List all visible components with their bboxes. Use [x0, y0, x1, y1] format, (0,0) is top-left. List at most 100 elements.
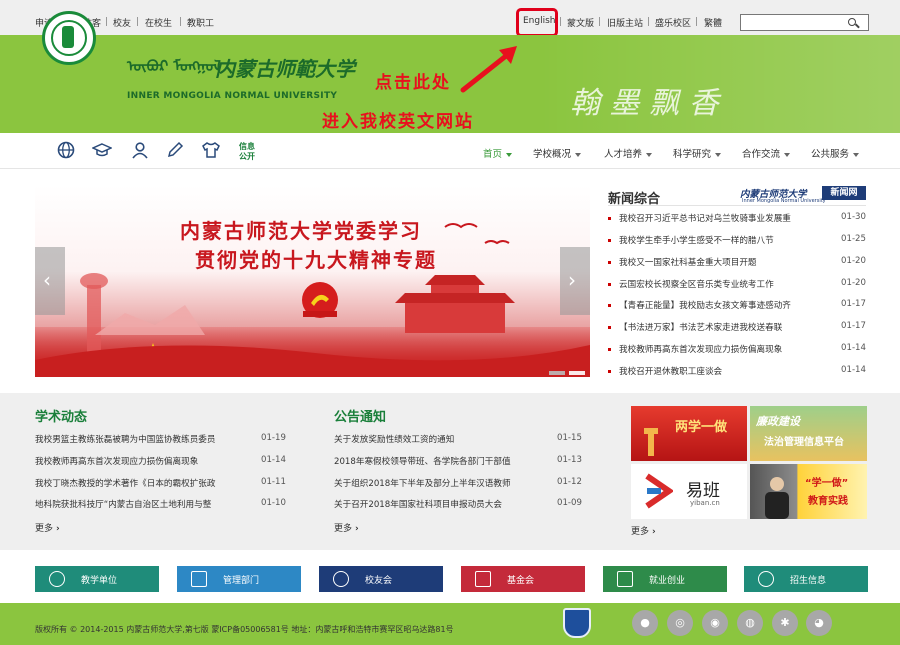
wechat-icon[interactable]: ◕ — [806, 610, 832, 636]
news-badge-en: Inner Mongolia Normal University — [742, 198, 826, 204]
nav-item-talent[interactable]: 人才培养 — [604, 146, 653, 160]
university-name-en: INNER MONGOLIA NORMAL UNIVERSITY — [127, 91, 338, 101]
notice-item[interactable]: 关于组织2018年下半年及部分上半年汉语教师 01-12 — [334, 477, 584, 489]
globe-icon — [49, 571, 65, 587]
link-alumni[interactable]: 校友 — [113, 16, 131, 29]
slide-title-line1: 内蒙古师范大学党委学习 — [180, 219, 422, 243]
admissions-button[interactable]: 招生信息 — [744, 566, 868, 592]
departments-button[interactable]: 管理部门 — [177, 566, 301, 592]
news-item[interactable]: 我校又一国家社科基金重大项目开题 01-20 — [608, 256, 866, 270]
weibo-icon[interactable]: ◉ — [702, 610, 728, 636]
globe-icon[interactable] — [57, 141, 75, 159]
yiban-logo-icon — [645, 473, 673, 509]
news-badge-box: 新闻网 — [822, 186, 866, 200]
chevron-down-icon — [646, 152, 653, 157]
search-input[interactable] — [740, 14, 869, 31]
university-name-cn: 内蒙古师範大学 — [215, 57, 355, 81]
rss-icon[interactable]: ◎ — [667, 610, 693, 636]
teaching-units-button[interactable]: 教学单位 — [35, 566, 159, 592]
slide-title-line2: 贯彻党的十九大精神专题 — [195, 248, 437, 272]
news-item[interactable]: 云国宏校长视察全区音乐类专业统考工作 01-20 — [608, 278, 866, 292]
person-icon[interactable] — [131, 141, 149, 159]
notice-more-link[interactable]: 更多 › — [334, 521, 359, 534]
academic-item[interactable]: 我校男篮主教练张磊被聘为中国篮协教练员委员 01-19 — [35, 433, 286, 445]
notice-item[interactable]: 关于召开2018年国家社科项目申报动员大会 01-09 — [334, 498, 584, 510]
academic-more-link[interactable]: 更多 › — [35, 521, 60, 534]
notice-item[interactable]: 关于发放奖励性绩效工资的通知 01-15 — [334, 433, 584, 445]
news-item[interactable]: 我校教师再高东首次发现应力损伤偏离现象 01-14 — [608, 343, 866, 357]
top-bar: 申请入读 访客 校友 在校生 教职工 English 蒙文版 旧版主站 盛乐校区… — [0, 0, 900, 35]
news-item[interactable]: 【书法进万家】书法艺术家走进我校送春联 01-17 — [608, 321, 866, 335]
notice-section-title: 公告通知 — [334, 410, 387, 425]
nav-item-research[interactable]: 科学研究 — [673, 146, 722, 160]
link-shengle-campus[interactable]: 盛乐校区 — [655, 16, 691, 29]
ad-two-studies[interactable]: 两学一做 — [631, 406, 747, 461]
chevron-right-icon: › — [355, 524, 359, 534]
chevron-down-icon — [506, 152, 513, 157]
ad-yiban[interactable]: 易班 yiban.cn — [631, 464, 747, 519]
search-icon[interactable] — [848, 18, 856, 26]
slide-illustration — [35, 223, 590, 377]
gov-badge-icon[interactable] — [563, 608, 591, 638]
notice-item[interactable]: 2018年寒假校领导带班、各学院各部门干部值 01-13 — [334, 455, 584, 467]
chevron-down-icon — [715, 152, 722, 157]
divider — [696, 17, 697, 26]
chevron-left-icon: ‹ — [43, 268, 51, 292]
chevron-down-icon — [784, 152, 791, 157]
slider-prev-button[interactable]: ‹ — [35, 247, 65, 315]
english-highlight-box — [516, 8, 558, 37]
info-public-link[interactable]: 信息 公开 — [239, 142, 261, 162]
link-staff[interactable]: 教职工 — [187, 16, 214, 29]
copyright-text: 版权所有 © 2014-2015 内蒙古师范大学,第七版 蒙ICP备050065… — [35, 625, 454, 634]
academic-item[interactable]: 地科院获批科技厅“内蒙古自治区土地利用与整 01-10 — [35, 498, 286, 510]
shirt-icon[interactable] — [201, 141, 221, 159]
nav-item-overview[interactable]: 学校概况 — [533, 146, 582, 160]
employment-button[interactable]: 就业创业 — [603, 566, 727, 592]
foundation-button[interactable]: 基金会 — [461, 566, 585, 592]
news-item[interactable]: 我校召开退休教职工座谈会 01-14 — [608, 365, 866, 379]
slider-next-button[interactable]: › — [560, 247, 590, 315]
news-item[interactable]: 【青春正能量】我校励志女孩文筹事迹感动齐 01-17 — [608, 299, 866, 313]
divider — [608, 205, 866, 206]
ad-education-practice[interactable]: “学一做” 教育实践 — [750, 464, 867, 519]
alumni-association-button[interactable]: 校友会 — [319, 566, 443, 592]
link-mongolian[interactable]: 蒙文版 — [567, 16, 594, 29]
ad-integrity-platform[interactable]: 廉政建设 法治管理信息平台 — [750, 406, 867, 461]
renren-icon[interactable]: ◍ — [737, 610, 763, 636]
briefcase-icon — [475, 571, 491, 587]
chevron-down-icon — [853, 152, 860, 157]
mongolian-script-name: ᠦᠪᠦᠷ ᠮᠣᠩᠭᠣᠯ — [127, 57, 221, 75]
image-slider[interactable] — [35, 185, 590, 377]
pencil-icon[interactable] — [166, 141, 184, 159]
nav-item-services[interactable]: 公共服务 — [811, 146, 860, 160]
list-icon — [617, 571, 633, 587]
english-site-hint-line2: 进入我校英文网站 — [322, 112, 474, 132]
apple-icon[interactable]: ● — [632, 610, 658, 636]
divider — [648, 17, 649, 26]
divider — [137, 17, 138, 26]
divider — [180, 17, 181, 26]
group-icon — [333, 571, 349, 587]
university-logo-icon[interactable] — [42, 11, 96, 65]
link-students[interactable]: 在校生 — [145, 16, 172, 29]
link-old-site[interactable]: 旧版主站 — [607, 16, 643, 29]
slider-dot[interactable] — [569, 371, 585, 375]
english-site-hint-line1: 点击此处 — [375, 73, 451, 93]
divider — [599, 17, 600, 26]
link-traditional[interactable]: 繁體 — [704, 16, 722, 29]
arrow-icon — [460, 46, 517, 93]
settings-icon[interactable]: ✱ — [772, 610, 798, 636]
nav-item-home[interactable]: 首页 — [483, 146, 513, 160]
nav-item-cooperation[interactable]: 合作交流 — [742, 146, 791, 160]
academic-item[interactable]: 我校丁晓杰教授的学术著作《日本的霸权扩张政 01-11 — [35, 477, 286, 489]
graduation-cap-icon[interactable] — [92, 142, 112, 158]
chevron-right-icon: › — [568, 268, 576, 292]
chevron-down-icon — [575, 152, 582, 157]
academic-section-title: 学术动态 — [35, 410, 88, 425]
news-item[interactable]: 我校召开习近平总书记对乌兰牧骑事业发展重 01-30 — [608, 212, 866, 226]
news-item[interactable]: 我校学生牵手小学生感受不一样的腊八节 01-25 — [608, 234, 866, 248]
calligraphy-decoration: 翰 墨 飘 香 — [570, 86, 719, 121]
slider-dot[interactable] — [549, 371, 565, 375]
ads-more-link[interactable]: 更多 › — [631, 524, 656, 537]
academic-item[interactable]: 我校教师再高东首次发现应力损伤偏离现象 01-14 — [35, 455, 286, 467]
